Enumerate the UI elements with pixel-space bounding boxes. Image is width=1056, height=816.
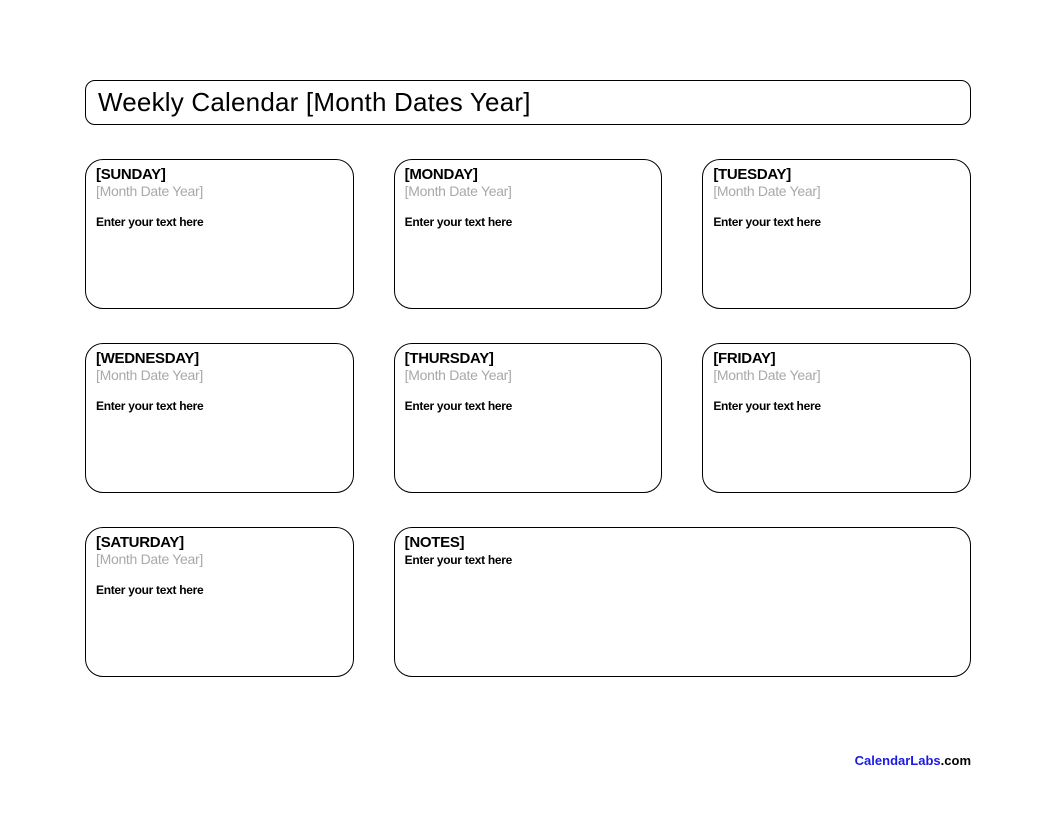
- day-text-placeholder[interactable]: Enter your text here: [96, 399, 343, 413]
- footer-suffix: .com: [941, 753, 971, 768]
- day-cell-thursday[interactable]: [THURSDAY] [Month Date Year] Enter your …: [394, 343, 663, 493]
- day-text-placeholder[interactable]: Enter your text here: [96, 215, 343, 229]
- day-text-placeholder[interactable]: Enter your text here: [713, 215, 960, 229]
- day-date: [Month Date Year]: [713, 367, 960, 383]
- day-name: [TUESDAY]: [713, 166, 960, 183]
- day-date: [Month Date Year]: [96, 367, 343, 383]
- day-cell-monday[interactable]: [MONDAY] [Month Date Year] Enter your te…: [394, 159, 663, 309]
- footer-brand: CalendarLabs: [855, 753, 941, 768]
- day-cell-sunday[interactable]: [SUNDAY] [Month Date Year] Enter your te…: [85, 159, 354, 309]
- notes-text-placeholder[interactable]: Enter your text here: [405, 553, 960, 567]
- day-date: [Month Date Year]: [405, 183, 652, 199]
- week-grid: [SUNDAY] [Month Date Year] Enter your te…: [85, 159, 971, 677]
- day-name: [MONDAY]: [405, 166, 652, 183]
- day-name: [THURSDAY]: [405, 350, 652, 367]
- day-date: [Month Date Year]: [405, 367, 652, 383]
- day-name: [SUNDAY]: [96, 166, 343, 183]
- day-cell-saturday[interactable]: [SATURDAY] [Month Date Year] Enter your …: [85, 527, 354, 677]
- day-name: [SATURDAY]: [96, 534, 343, 551]
- day-text-placeholder[interactable]: Enter your text here: [713, 399, 960, 413]
- notes-title: [NOTES]: [405, 534, 960, 551]
- day-name: [FRIDAY]: [713, 350, 960, 367]
- footer-credit[interactable]: CalendarLabs.com: [855, 753, 971, 768]
- day-text-placeholder[interactable]: Enter your text here: [405, 215, 652, 229]
- page-title: Weekly Calendar [Month Dates Year]: [98, 87, 958, 118]
- day-text-placeholder[interactable]: Enter your text here: [96, 583, 343, 597]
- day-name: [WEDNESDAY]: [96, 350, 343, 367]
- notes-cell[interactable]: [NOTES] Enter your text here: [394, 527, 971, 677]
- day-date: [Month Date Year]: [96, 551, 343, 567]
- day-cell-wednesday[interactable]: [WEDNESDAY] [Month Date Year] Enter your…: [85, 343, 354, 493]
- day-text-placeholder[interactable]: Enter your text here: [405, 399, 652, 413]
- day-date: [Month Date Year]: [713, 183, 960, 199]
- day-date: [Month Date Year]: [96, 183, 343, 199]
- day-cell-tuesday[interactable]: [TUESDAY] [Month Date Year] Enter your t…: [702, 159, 971, 309]
- calendar-header: Weekly Calendar [Month Dates Year]: [85, 80, 971, 125]
- day-cell-friday[interactable]: [FRIDAY] [Month Date Year] Enter your te…: [702, 343, 971, 493]
